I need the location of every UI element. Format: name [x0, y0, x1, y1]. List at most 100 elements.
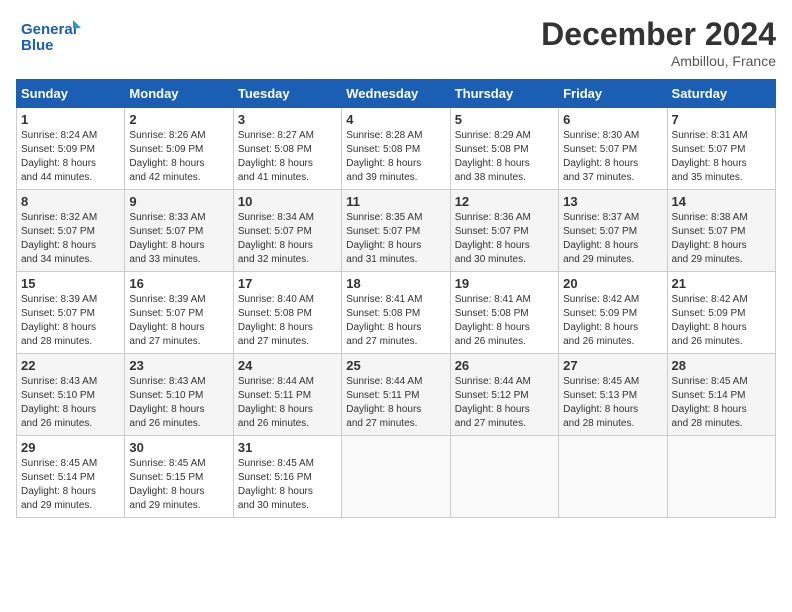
day-number: 23 — [129, 358, 228, 373]
day-info: Sunrise: 8:42 AMSunset: 5:09 PMDaylight:… — [563, 294, 639, 347]
table-row: 17 Sunrise: 8:40 AMSunset: 5:08 PMDayligh… — [233, 272, 341, 354]
day-info: Sunrise: 8:44 AMSunset: 5:11 PMDaylight:… — [238, 376, 314, 429]
day-number: 27 — [563, 358, 662, 373]
day-info: Sunrise: 8:27 AMSunset: 5:08 PMDaylight:… — [238, 130, 314, 183]
day-number: 25 — [346, 358, 445, 373]
table-row: 31Sunrise: 8:45 AMSunset: 5:16 PMDayligh… — [233, 436, 341, 518]
day-number: 5 — [455, 112, 554, 127]
svg-text:General: General — [21, 21, 77, 38]
day-info: Sunrise: 8:45 AMSunset: 5:16 PMDaylight:… — [238, 458, 314, 511]
day-info: Sunrise: 8:38 AMSunset: 5:07 PMDaylight:… — [672, 212, 748, 265]
col-sunday: Sunday — [17, 80, 125, 108]
location: Ambillou, France — [541, 53, 776, 69]
day-number: 6 — [563, 112, 662, 127]
day-info: Sunrise: 8:36 AMSunset: 5:07 PMDaylight:… — [455, 212, 531, 265]
day-info: Sunrise: 8:45 AMSunset: 5:15 PMDaylight:… — [129, 458, 205, 511]
col-friday: Friday — [559, 80, 667, 108]
day-info: Sunrise: 8:44 AMSunset: 5:11 PMDaylight:… — [346, 376, 422, 429]
day-info: Sunrise: 8:37 AMSunset: 5:07 PMDaylight:… — [563, 212, 639, 265]
day-info: Sunrise: 8:43 AMSunset: 5:10 PMDaylight:… — [21, 376, 97, 429]
title-block: December 2024 Ambillou, France — [541, 16, 776, 69]
day-number: 16 — [129, 276, 228, 291]
day-info: Sunrise: 8:45 AMSunset: 5:14 PMDaylight:… — [672, 376, 748, 429]
day-number: 29 — [21, 440, 120, 455]
col-wednesday: Wednesday — [342, 80, 450, 108]
day-info: Sunrise: 8:39 AMSunset: 5:07 PMDaylight:… — [129, 294, 205, 347]
day-number: 4 — [346, 112, 445, 127]
day-number: 18 — [346, 276, 445, 291]
page: General Blue December 2024 Ambillou, Fra… — [0, 0, 792, 534]
day-info: Sunrise: 8:34 AMSunset: 5:07 PMDaylight:… — [238, 212, 314, 265]
col-saturday: Saturday — [667, 80, 775, 108]
calendar-week-3: 15 Sunrise: 8:39 AMSunset: 5:07 PMDayligh… — [17, 272, 776, 354]
table-row: 16 Sunrise: 8:39 AMSunset: 5:07 PMDayligh… — [125, 272, 233, 354]
day-info: Sunrise: 8:42 AMSunset: 5:09 PMDaylight:… — [672, 294, 748, 347]
logo-icon: General Blue — [16, 16, 86, 56]
day-number: 24 — [238, 358, 337, 373]
table-row: 18 Sunrise: 8:41 AMSunset: 5:08 PMDayligh… — [342, 272, 450, 354]
day-info: Sunrise: 8:35 AMSunset: 5:07 PMDaylight:… — [346, 212, 422, 265]
day-number: 1 — [21, 112, 120, 127]
table-row: 2 Sunrise: 8:26 AMSunset: 5:09 PMDaylight… — [125, 108, 233, 190]
day-number: 28 — [672, 358, 771, 373]
table-row: 7Sunrise: 8:31 AMSunset: 5:07 PMDaylight… — [667, 108, 775, 190]
day-number: 30 — [129, 440, 228, 455]
day-info: Sunrise: 8:28 AMSunset: 5:08 PMDaylight:… — [346, 130, 422, 183]
day-info: Sunrise: 8:26 AMSunset: 5:09 PMDaylight:… — [129, 130, 205, 183]
table-row — [450, 436, 558, 518]
table-row — [342, 436, 450, 518]
logo: General Blue — [16, 16, 90, 56]
calendar-table: Sunday Monday Tuesday Wednesday Thursday… — [16, 79, 776, 518]
day-number: 21 — [672, 276, 771, 291]
day-number: 22 — [21, 358, 120, 373]
day-number: 12 — [455, 194, 554, 209]
calendar-week-1: 1 Sunrise: 8:24 AMSunset: 5:09 PMDaylight… — [17, 108, 776, 190]
table-row: 4 Sunrise: 8:28 AMSunset: 5:08 PMDaylight… — [342, 108, 450, 190]
day-number: 13 — [563, 194, 662, 209]
day-info: Sunrise: 8:43 AMSunset: 5:10 PMDaylight:… — [129, 376, 205, 429]
table-row: 28 Sunrise: 8:45 AMSunset: 5:14 PMDayligh… — [667, 354, 775, 436]
month-title: December 2024 — [541, 16, 776, 53]
day-info: Sunrise: 8:45 AMSunset: 5:13 PMDaylight:… — [563, 376, 639, 429]
day-info: Sunrise: 8:39 AMSunset: 5:07 PMDaylight:… — [21, 294, 97, 347]
table-row: 20 Sunrise: 8:42 AMSunset: 5:09 PMDayligh… — [559, 272, 667, 354]
day-number: 17 — [238, 276, 337, 291]
day-number: 20 — [563, 276, 662, 291]
day-number: 10 — [238, 194, 337, 209]
day-number: 14 — [672, 194, 771, 209]
table-row: 5Sunrise: 8:29 AMSunset: 5:08 PMDaylight… — [450, 108, 558, 190]
table-row: 12 Sunrise: 8:36 AMSunset: 5:07 PMDayligh… — [450, 190, 558, 272]
day-number: 8 — [21, 194, 120, 209]
table-row: 14 Sunrise: 8:38 AMSunset: 5:07 PMDayligh… — [667, 190, 775, 272]
col-thursday: Thursday — [450, 80, 558, 108]
calendar-header-row: Sunday Monday Tuesday Wednesday Thursday… — [17, 80, 776, 108]
calendar-week-2: 8 Sunrise: 8:32 AMSunset: 5:07 PMDaylight… — [17, 190, 776, 272]
calendar-week-5: 29Sunrise: 8:45 AMSunset: 5:14 PMDayligh… — [17, 436, 776, 518]
day-info: Sunrise: 8:31 AMSunset: 5:07 PMDaylight:… — [672, 130, 748, 183]
table-row: 15 Sunrise: 8:39 AMSunset: 5:07 PMDayligh… — [17, 272, 125, 354]
header: General Blue December 2024 Ambillou, Fra… — [16, 16, 776, 69]
day-info: Sunrise: 8:44 AMSunset: 5:12 PMDaylight:… — [455, 376, 531, 429]
day-number: 3 — [238, 112, 337, 127]
table-row: 24 Sunrise: 8:44 AMSunset: 5:11 PMDayligh… — [233, 354, 341, 436]
table-row — [559, 436, 667, 518]
day-info: Sunrise: 8:41 AMSunset: 5:08 PMDaylight:… — [346, 294, 422, 347]
day-number: 9 — [129, 194, 228, 209]
table-row — [667, 436, 775, 518]
col-tuesday: Tuesday — [233, 80, 341, 108]
day-number: 11 — [346, 194, 445, 209]
day-info: Sunrise: 8:32 AMSunset: 5:07 PMDaylight:… — [21, 212, 97, 265]
table-row: 26Sunrise: 8:44 AMSunset: 5:12 PMDayligh… — [450, 354, 558, 436]
day-number: 15 — [21, 276, 120, 291]
day-info: Sunrise: 8:24 AMSunset: 5:09 PMDaylight:… — [21, 130, 97, 183]
table-row: 11 Sunrise: 8:35 AMSunset: 5:07 PMDayligh… — [342, 190, 450, 272]
table-row: 8 Sunrise: 8:32 AMSunset: 5:07 PMDaylight… — [17, 190, 125, 272]
table-row: 3 Sunrise: 8:27 AMSunset: 5:08 PMDaylight… — [233, 108, 341, 190]
svg-text:Blue: Blue — [21, 37, 54, 54]
table-row: 21 Sunrise: 8:42 AMSunset: 5:09 PMDayligh… — [667, 272, 775, 354]
calendar-week-4: 22 Sunrise: 8:43 AMSunset: 5:10 PMDayligh… — [17, 354, 776, 436]
day-info: Sunrise: 8:40 AMSunset: 5:08 PMDaylight:… — [238, 294, 314, 347]
table-row: 30 Sunrise: 8:45 AMSunset: 5:15 PMDayligh… — [125, 436, 233, 518]
table-row: 6Sunrise: 8:30 AMSunset: 5:07 PMDaylight… — [559, 108, 667, 190]
day-number: 2 — [129, 112, 228, 127]
